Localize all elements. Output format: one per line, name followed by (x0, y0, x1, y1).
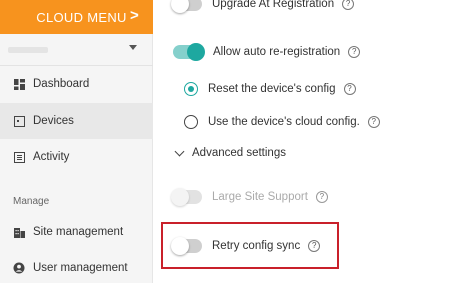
sidebar-item-user-management[interactable]: User management (0, 250, 153, 283)
advanced-settings-label: Advanced settings (192, 147, 286, 159)
cloud-menu-label: CLOUD MENU (36, 9, 127, 25)
user-icon (13, 262, 25, 274)
upgrade-at-registration-row: Upgrade At Registration ? (171, 0, 355, 13)
reset-config-option[interactable]: Reset the device's config ? (184, 82, 356, 96)
cloud-config-radio[interactable] (184, 115, 198, 129)
chevron-down-icon (174, 146, 185, 156)
auto-reregistration-label: Allow auto re-registration (213, 46, 341, 58)
sidebar-item-devices[interactable]: Devices (0, 103, 153, 139)
sidebar: CLOUD MENU > Dashboard Devices Activity … (0, 0, 153, 283)
reset-config-radio[interactable] (184, 82, 198, 96)
device-icon (13, 115, 25, 127)
sidebar-item-dashboard[interactable]: Dashboard (0, 66, 153, 102)
site-icon (13, 226, 25, 238)
help-icon[interactable]: ? (343, 83, 356, 95)
sidebar-item-label: Devices (33, 115, 74, 127)
dashboard-icon (13, 78, 25, 90)
sidebar-item-site-management[interactable]: Site management (0, 214, 153, 250)
upgrade-at-registration-toggle[interactable] (171, 0, 202, 13)
site-selector-value (8, 47, 48, 53)
sidebar-item-activity[interactable]: Activity (0, 139, 153, 175)
section-label-manage: Manage (13, 196, 50, 207)
caret-down-icon (129, 45, 137, 50)
sidebar-item-label: Site management (33, 226, 124, 238)
large-site-support-toggle (171, 188, 202, 206)
help-icon[interactable]: ? (348, 46, 361, 58)
cloud-config-label: Use the device's cloud config. (208, 116, 360, 128)
cloud-config-option[interactable]: Use the device's cloud config. ? (184, 115, 380, 129)
site-selector-dropdown[interactable] (0, 34, 153, 66)
help-icon[interactable]: ? (367, 116, 380, 128)
large-site-support-row: Large Site Support ? (171, 188, 328, 206)
highlight-annotation-box (161, 222, 339, 269)
auto-reregistration-toggle[interactable] (173, 43, 205, 61)
cloud-menu-button[interactable]: CLOUD MENU > (0, 0, 153, 34)
auto-reregistration-row: Allow auto re-registration ? (173, 43, 361, 61)
upgrade-at-registration-label: Upgrade At Registration (212, 0, 335, 10)
chevron-right-icon: > (129, 7, 139, 24)
sidebar-item-label: Activity (33, 151, 70, 163)
help-icon[interactable]: ? (315, 191, 328, 203)
large-site-support-label: Large Site Support (212, 191, 308, 203)
sidebar-item-label: User management (33, 262, 128, 274)
reset-config-label: Reset the device's config (208, 83, 336, 95)
activity-icon (13, 151, 25, 163)
advanced-settings-toggle[interactable]: Advanced settings (172, 146, 286, 159)
sidebar-item-label: Dashboard (33, 78, 90, 90)
help-icon[interactable]: ? (342, 0, 355, 10)
